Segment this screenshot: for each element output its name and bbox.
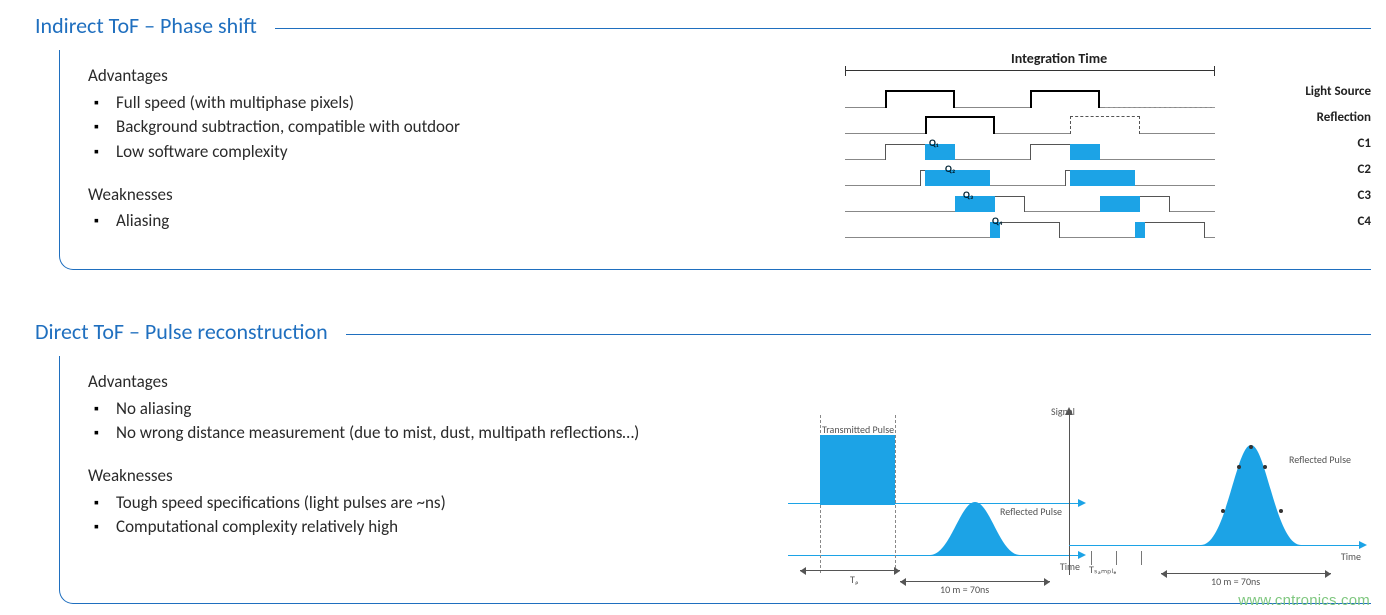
panel-direct-tof: Direct ToF – Pulse reconstruction Advant…	[35, 318, 1371, 604]
list-item: Aliasing	[116, 209, 728, 234]
y-label: Signal	[1051, 405, 1075, 418]
panel-body: Advantages No aliasing No wrong distance…	[59, 356, 1371, 604]
row-label: C2	[1358, 162, 1371, 177]
list-item: No wrong distance measurement (due to mi…	[116, 421, 728, 446]
content-column: Advantages No aliasing No wrong distance…	[88, 370, 728, 558]
integration-bracket	[845, 70, 1215, 80]
panel-title: Direct ToF – Pulse reconstruction	[35, 318, 328, 345]
panel-title: Indirect ToF – Phase shift	[35, 12, 257, 39]
list-item: Background subtraction, compatible with …	[116, 115, 728, 140]
panel-body: Advantages Full speed (with multiphase p…	[59, 50, 1371, 270]
row-c4: Q₄	[845, 216, 1215, 238]
row-light-source	[845, 86, 1215, 108]
row-reflection	[845, 112, 1215, 134]
q-label: Q₃	[963, 188, 973, 201]
vline-end	[895, 415, 896, 573]
q-label: Q₁	[929, 136, 938, 149]
transmitted-pulse	[820, 435, 895, 505]
title-rule	[346, 334, 1371, 335]
list-item: Computational complexity relatively high	[116, 515, 728, 540]
panel-indirect-tof: Indirect ToF – Phase shift Advantages Fu…	[35, 12, 1371, 270]
q-label: Q₄	[992, 214, 1003, 227]
list-item: Low software complexity	[116, 140, 728, 165]
row-c3: Q₃	[845, 190, 1215, 212]
list-item: Full speed (with multiphase pixels)	[116, 91, 728, 116]
reflected-pulse	[1201, 441, 1301, 547]
meas-label: 10 m = 70ns	[1211, 575, 1260, 588]
signal-sampled-diagram: Signal Time Reflected Pulse Tₛₐₘₚₗₑ 10 m…	[1051, 405, 1361, 595]
sample-label: Tₛₐₘₚₗₑ	[1089, 563, 1117, 576]
panel-title-row: Indirect ToF – Phase shift	[35, 12, 1371, 39]
row-label: C3	[1358, 188, 1371, 203]
content-column: Advantages Full speed (with multiphase p…	[88, 64, 728, 252]
panel-title-row: Direct ToF – Pulse reconstruction	[35, 318, 1371, 345]
row-c2: Q₂	[845, 164, 1215, 186]
rx-label: Reflected Pulse	[1289, 453, 1351, 466]
row-label: C1	[1358, 136, 1371, 151]
row-label: Reflection	[1317, 110, 1371, 125]
advantages-list: No aliasing No wrong distance measuremen…	[88, 397, 728, 446]
watermark: www.cntronics.com	[1238, 592, 1370, 609]
meas-label: 10 m = 70ns	[940, 583, 989, 596]
row-label: C4	[1358, 214, 1371, 229]
advantages-heading: Advantages	[88, 370, 728, 395]
weaknesses-list: Aliasing	[88, 209, 728, 234]
time-label: Time	[1341, 550, 1361, 563]
list-item: No aliasing	[116, 397, 728, 422]
t-label: Tᵨ	[850, 573, 859, 586]
y-axis	[1069, 413, 1070, 575]
pulse-tx-rx-diagram: Transmitted Pulse Reflected Pulse Time T…	[770, 405, 1080, 595]
weaknesses-list: Tough speed specifications (light pulses…	[88, 491, 728, 540]
row-c1: Q₁	[845, 138, 1215, 160]
weaknesses-heading: Weaknesses	[88, 183, 728, 208]
weaknesses-heading: Weaknesses	[88, 464, 728, 489]
title-rule	[275, 28, 1371, 29]
list-item: Tough speed specifications (light pulses…	[116, 491, 728, 516]
advantages-heading: Advantages	[88, 64, 728, 89]
timing-diagram: Integration Time Light Source Reflection	[831, 50, 1371, 250]
tx-label: Transmitted Pulse	[822, 423, 894, 436]
advantages-list: Full speed (with multiphase pixels) Back…	[88, 91, 728, 165]
diagram-title: Integration Time	[1011, 50, 1107, 67]
q-label: Q₂	[945, 162, 955, 175]
row-label: Light Source	[1305, 84, 1371, 99]
